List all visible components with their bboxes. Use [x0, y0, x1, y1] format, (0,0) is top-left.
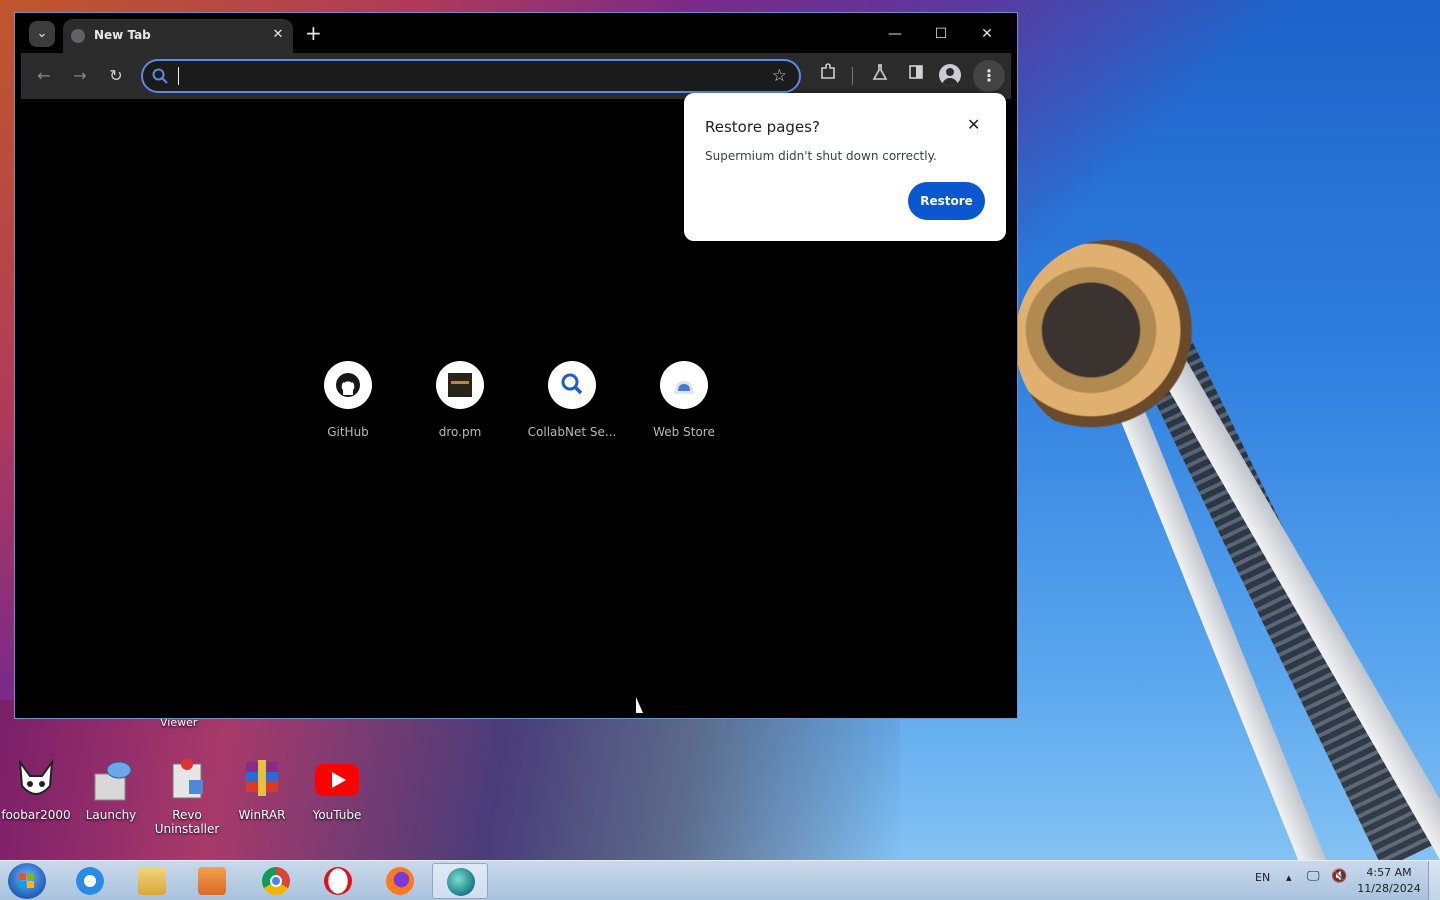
desktop-icon-foobar2000[interactable]: foobar2000 — [1, 756, 71, 822]
desktop-icon-label: WinRAR — [238, 808, 286, 822]
shortcut-tile-github[interactable]: GitHub — [293, 361, 403, 439]
wallpaper-tower-top — [1015, 240, 1205, 440]
dropm-icon — [436, 361, 484, 409]
shortcut-label: CollabNet Se... — [527, 425, 617, 439]
restore-pages-dialog: Restore pages? ✕ Supermium didn't shut d… — [684, 93, 1006, 241]
taskbar-media-player[interactable] — [184, 863, 240, 899]
flask-icon — [871, 64, 889, 85]
restore-button[interactable]: Restore — [908, 182, 985, 220]
puzzle-icon — [819, 63, 837, 85]
webstore-icon — [660, 361, 708, 409]
chevron-down-icon: ⌄ — [36, 26, 48, 41]
tab-close-icon[interactable]: ✕ — [269, 26, 287, 44]
foobar2000-icon — [12, 756, 60, 804]
browser-window: ⌄ New Tab ✕ + — ☐ ✕ ← → ↻ ☆ ⋮ GitHub dro… — [14, 12, 1018, 719]
youtube-icon — [313, 756, 361, 804]
chrome-icon — [262, 867, 290, 895]
winrar-icon — [238, 756, 286, 804]
shortcut-tile-web-store[interactable]: Web Store — [629, 361, 739, 439]
media-player-icon — [198, 867, 226, 895]
arrow-right-icon: → — [73, 66, 87, 85]
clock-date: 11/28/2024 — [1357, 882, 1421, 895]
launchy-icon — [87, 756, 135, 804]
taskbar-opera[interactable] — [310, 863, 366, 899]
reload-button[interactable]: ↻ — [103, 63, 129, 89]
arrow-left-icon: ← — [37, 66, 51, 85]
bookmark-star-icon[interactable]: ☆ — [772, 66, 787, 86]
taskbar: EN ▴ 🖵 🔇 4:57 AM 11/28/2024 — [0, 860, 1440, 900]
revo-uninstaller-icon — [163, 756, 211, 804]
desktop-icon-label: Revo Uninstaller — [154, 808, 220, 836]
mouse-cursor-icon — [636, 697, 650, 713]
address-bar[interactable]: ☆ — [141, 59, 801, 93]
taskbar-firefox[interactable] — [372, 863, 428, 899]
plus-icon: + — [305, 21, 322, 45]
language-indicator[interactable]: EN — [1255, 871, 1270, 884]
github-icon — [324, 361, 372, 409]
profile-avatar-icon[interactable] — [939, 64, 961, 86]
desktop-icon-label: Launchy — [85, 808, 137, 822]
taskbar-file-explorer[interactable] — [124, 863, 180, 899]
close-window-button[interactable]: ✕ — [965, 21, 1009, 47]
start-button[interactable] — [8, 863, 46, 899]
search-icon — [151, 67, 169, 85]
folder-icon — [138, 867, 166, 895]
tab-title: New Tab — [94, 28, 151, 42]
show-desktop-button[interactable] — [1428, 861, 1440, 900]
minimize-button[interactable]: — — [873, 21, 917, 47]
taskbar-supermium[interactable] — [432, 863, 488, 899]
dialog-message: Supermium didn't shut down correctly. — [705, 149, 937, 163]
desktop-icon-label: foobar2000 — [1, 808, 71, 822]
shortcut-tile-dropm[interactable]: dro.pm — [405, 361, 515, 439]
close-icon[interactable]: ✕ — [967, 115, 980, 134]
forward-button[interactable]: → — [67, 63, 93, 89]
labs-button[interactable] — [867, 63, 893, 89]
shortcut-label: Web Store — [653, 425, 715, 439]
taskbar-chrome[interactable] — [248, 863, 304, 899]
desktop-icon-revo-uninstaller[interactable]: Revo Uninstaller — [152, 756, 222, 836]
volume-muted-icon[interactable]: 🔇 — [1331, 869, 1347, 884]
back-button[interactable]: ← — [31, 63, 57, 89]
desktop-icon-launchy[interactable]: Launchy — [76, 756, 146, 822]
globe-icon — [71, 29, 85, 43]
tab-search-button[interactable]: ⌄ — [29, 21, 55, 47]
side-panel-icon — [907, 65, 925, 85]
tab-strip: ⌄ New Tab ✕ + — ☐ ✕ — [15, 13, 1017, 53]
taskbar-internet-explorer[interactable] — [62, 863, 118, 899]
shortcut-label: dro.pm — [438, 425, 482, 439]
new-tab-button[interactable]: + — [305, 23, 322, 43]
internet-explorer-icon — [76, 867, 104, 895]
search-icon — [548, 361, 596, 409]
extensions-button[interactable] — [815, 63, 841, 89]
desktop-icon-youtube[interactable]: YouTube — [302, 756, 372, 822]
show-hidden-icons-chevron-icon[interactable]: ▴ — [1286, 871, 1292, 884]
opera-icon — [324, 867, 352, 895]
firefox-icon — [386, 867, 414, 895]
taskbar-clock[interactable]: 4:57 AM 11/28/2024 — [1356, 865, 1422, 897]
more-vertical-icon: ⋮ — [981, 66, 997, 85]
reload-icon: ↻ — [109, 66, 123, 85]
network-icon[interactable]: 🖵 — [1307, 869, 1320, 884]
desktop-icon-winrar[interactable]: WinRAR — [227, 756, 297, 822]
side-panel-button[interactable] — [903, 63, 929, 89]
dialog-title: Restore pages? — [705, 118, 820, 136]
shortcut-tile-collabnet[interactable]: CollabNet Se... — [517, 361, 627, 439]
tab-new-tab[interactable]: New Tab ✕ — [63, 19, 293, 53]
windows-logo-icon — [19, 873, 34, 888]
clock-time: 4:57 AM — [1366, 866, 1412, 879]
desktop-icon-label: YouTube — [312, 808, 362, 822]
browser-menu-button[interactable]: ⋮ — [973, 60, 1005, 92]
address-input[interactable] — [177, 65, 757, 87]
supermium-icon — [447, 868, 475, 896]
toolbar-divider — [852, 67, 853, 85]
shortcut-label: GitHub — [327, 425, 369, 439]
maximize-button[interactable]: ☐ — [919, 21, 963, 47]
